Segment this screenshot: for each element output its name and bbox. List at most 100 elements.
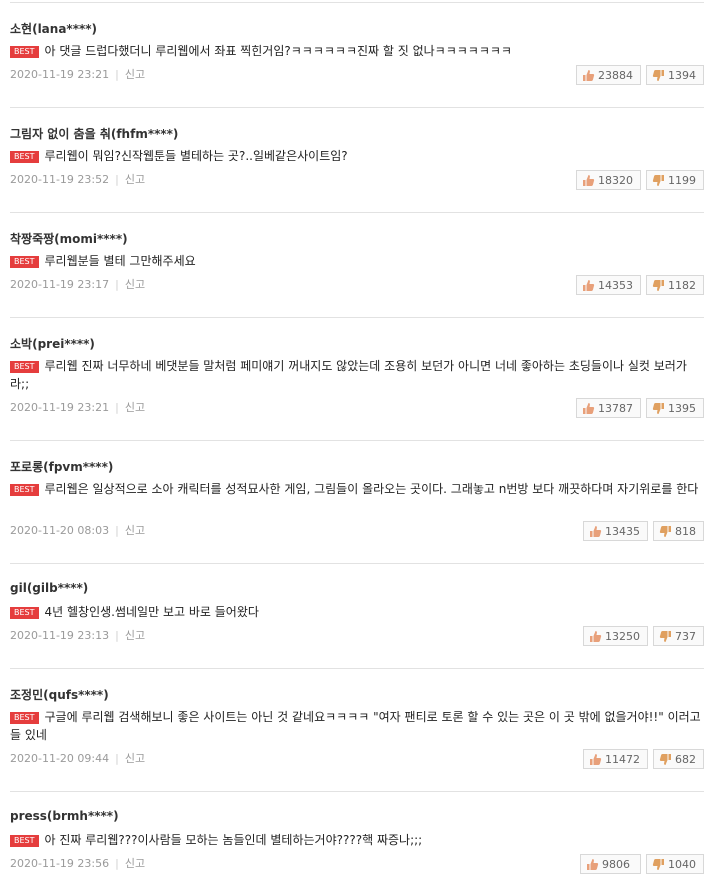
report-link[interactable]: 신고 xyxy=(125,278,145,291)
like-count: 23884 xyxy=(598,68,633,82)
vote-group: 13435 818 xyxy=(583,521,704,541)
dislike-count: 1199 xyxy=(668,173,696,187)
meta-divider: | xyxy=(115,401,119,414)
report-link[interactable]: 신고 xyxy=(125,401,145,414)
comment-text: 루리웹은 일상적으로 소아 캐릭터를 성적묘사한 게임, 그림들이 올라오는 곳… xyxy=(44,482,699,496)
dislike-button[interactable]: 1182 xyxy=(646,275,704,295)
vote-group: 14353 1182 xyxy=(576,275,704,295)
thumbs-down-icon xyxy=(652,69,665,82)
report-link[interactable]: 신고 xyxy=(125,629,145,642)
dislike-button[interactable]: 1199 xyxy=(646,170,704,190)
comment-date: 2020-11-20 08:03 xyxy=(10,524,110,537)
like-button[interactable]: 13435 xyxy=(583,521,648,541)
thumbs-up-icon xyxy=(582,279,595,292)
comment-text: 루리웹 진짜 너무하네 베댓분들 말처럼 페미얘기 꺼내지도 않았는데 조용히 … xyxy=(10,359,687,391)
like-count: 18320 xyxy=(598,173,633,187)
vote-group: 13787 1395 xyxy=(576,398,704,418)
meta-divider: | xyxy=(115,278,119,291)
meta-divider: | xyxy=(115,857,119,870)
meta-divider: | xyxy=(115,173,119,186)
comment-meta: 2020-11-20 08:03 | 신고 xyxy=(10,522,145,538)
comment-text: 4년 헬창인생.썸네일만 보고 바로 들어왔다 xyxy=(44,605,259,619)
like-button[interactable]: 14353 xyxy=(576,275,641,295)
comment-date: 2020-11-19 23:52 xyxy=(10,173,110,186)
comment-date: 2020-11-19 23:13 xyxy=(10,629,110,642)
comment-meta: 2020-11-20 09:44 | 신고 xyxy=(10,750,145,766)
comment-body: BEST 4년 헬창인생.썸네일만 보고 바로 들어왔다 xyxy=(10,603,704,621)
vote-group: 13250 737 xyxy=(583,626,704,646)
thumbs-down-icon xyxy=(659,630,672,643)
thumbs-down-icon xyxy=(652,279,665,292)
comment-author: 소박(prei****) xyxy=(10,337,95,351)
report-link[interactable]: 신고 xyxy=(125,524,145,537)
thumbs-down-icon xyxy=(652,174,665,187)
comment-text: 루리웹분들 별테 그만해주세요 xyxy=(44,254,196,268)
thumbs-down-icon xyxy=(652,402,665,415)
comment-meta: 2020-11-19 23:21 | 신고 xyxy=(10,66,145,82)
comment-item: 소현(lana****) BEST 아 댓글 드럽다했더니 루리웹에서 좌표 찍힌… xyxy=(10,2,704,107)
like-button[interactable]: 13787 xyxy=(576,398,641,418)
vote-group: 23884 1394 xyxy=(576,65,704,85)
comment-body: BEST 아 댓글 드럽다했더니 루리웹에서 좌표 찍힌거임?ㅋㅋㅋㅋㅋㅋ진짜 할… xyxy=(10,42,704,60)
thumbs-up-icon xyxy=(586,858,599,871)
comment-body: BEST 아 진짜 루리웹???이사람들 모하는 놈들인데 별테하는거야????핵… xyxy=(10,831,704,849)
vote-group: 11472 682 xyxy=(583,749,704,769)
dislike-count: 1040 xyxy=(668,857,696,871)
dislike-button[interactable]: 737 xyxy=(653,626,704,646)
best-badge: BEST xyxy=(10,256,39,268)
like-count: 13435 xyxy=(605,524,640,538)
dislike-button[interactable]: 818 xyxy=(653,521,704,541)
comment-author: gil(gilb****) xyxy=(10,581,89,595)
comment-meta: 2020-11-19 23:17 | 신고 xyxy=(10,276,145,292)
comment-author: 포로롱(fpvm****) xyxy=(10,460,114,474)
comment-text: 아 진짜 루리웹???이사람들 모하는 놈들인데 별테하는거야????핵 짜증나… xyxy=(44,833,423,847)
comment-item: 소박(prei****) BEST 루리웹 진짜 너무하네 베댓분들 말처럼 페미… xyxy=(10,317,704,440)
dislike-count: 682 xyxy=(675,752,696,766)
like-count: 13787 xyxy=(598,401,633,415)
comment-author: press(brmh****) xyxy=(10,809,119,823)
dislike-count: 1395 xyxy=(668,401,696,415)
meta-divider: | xyxy=(115,629,119,642)
thumbs-up-icon xyxy=(589,753,602,766)
dislike-count: 1394 xyxy=(668,68,696,82)
report-link[interactable]: 신고 xyxy=(125,857,145,870)
report-link[interactable]: 신고 xyxy=(125,68,145,81)
comment-item: 포로롱(fpvm****) BEST 루리웹은 일상적으로 소아 캐릭터를 성적묘… xyxy=(10,440,704,563)
comment-meta: 2020-11-19 23:21 | 신고 xyxy=(10,399,145,415)
best-badge: BEST xyxy=(10,835,39,847)
comment-item: press(brmh****) BEST 아 진짜 루리웹???이사람들 모하는 … xyxy=(10,791,704,891)
like-button[interactable]: 18320 xyxy=(576,170,641,190)
report-link[interactable]: 신고 xyxy=(125,173,145,186)
like-button[interactable]: 23884 xyxy=(576,65,641,85)
comment-body: BEST 구글에 루리웹 검색해보니 좋은 사이트는 아닌 것 같네요ㅋㅋㅋㅋ "… xyxy=(10,708,704,744)
like-button[interactable]: 13250 xyxy=(583,626,648,646)
meta-divider: | xyxy=(115,524,119,537)
vote-group: 18320 1199 xyxy=(576,170,704,190)
best-badge: BEST xyxy=(10,46,39,58)
vote-group: 9806 1040 xyxy=(580,854,704,874)
thumbs-down-icon xyxy=(659,525,672,538)
like-button[interactable]: 11472 xyxy=(583,749,648,769)
report-link[interactable]: 신고 xyxy=(125,752,145,765)
thumbs-up-icon xyxy=(589,525,602,538)
comment-date: 2020-11-19 23:17 xyxy=(10,278,110,291)
dislike-button[interactable]: 1040 xyxy=(646,854,704,874)
like-button[interactable]: 9806 xyxy=(580,854,641,874)
comment-date: 2020-11-20 09:44 xyxy=(10,752,110,765)
dislike-button[interactable]: 1395 xyxy=(646,398,704,418)
best-badge: BEST xyxy=(10,361,39,373)
dislike-button[interactable]: 1394 xyxy=(646,65,704,85)
thumbs-up-icon xyxy=(589,630,602,643)
dislike-button[interactable]: 682 xyxy=(653,749,704,769)
dislike-count: 737 xyxy=(675,629,696,643)
meta-divider: | xyxy=(115,68,119,81)
comment-text: 루리웹이 뭐임?신작웹툰들 별테하는 곳?..일베같은사이트임? xyxy=(44,149,348,163)
comment-text: 구글에 루리웹 검색해보니 좋은 사이트는 아닌 것 같네요ㅋㅋㅋㅋ "여자 팬… xyxy=(10,710,701,742)
comment-item: 그림자 없이 춤을 춰(fhfm****) BEST 루리웹이 뭐임?신작웹툰들 … xyxy=(10,107,704,212)
thumbs-up-icon xyxy=(582,402,595,415)
thumbs-up-icon xyxy=(582,69,595,82)
comment-author: 소현(lana****) xyxy=(10,22,98,36)
comment-item: 착짱죽짱(momi****) BEST 루리웹분들 별테 그만해주세요 2020-… xyxy=(10,212,704,317)
like-count: 9806 xyxy=(602,857,630,871)
dislike-count: 818 xyxy=(675,524,696,538)
